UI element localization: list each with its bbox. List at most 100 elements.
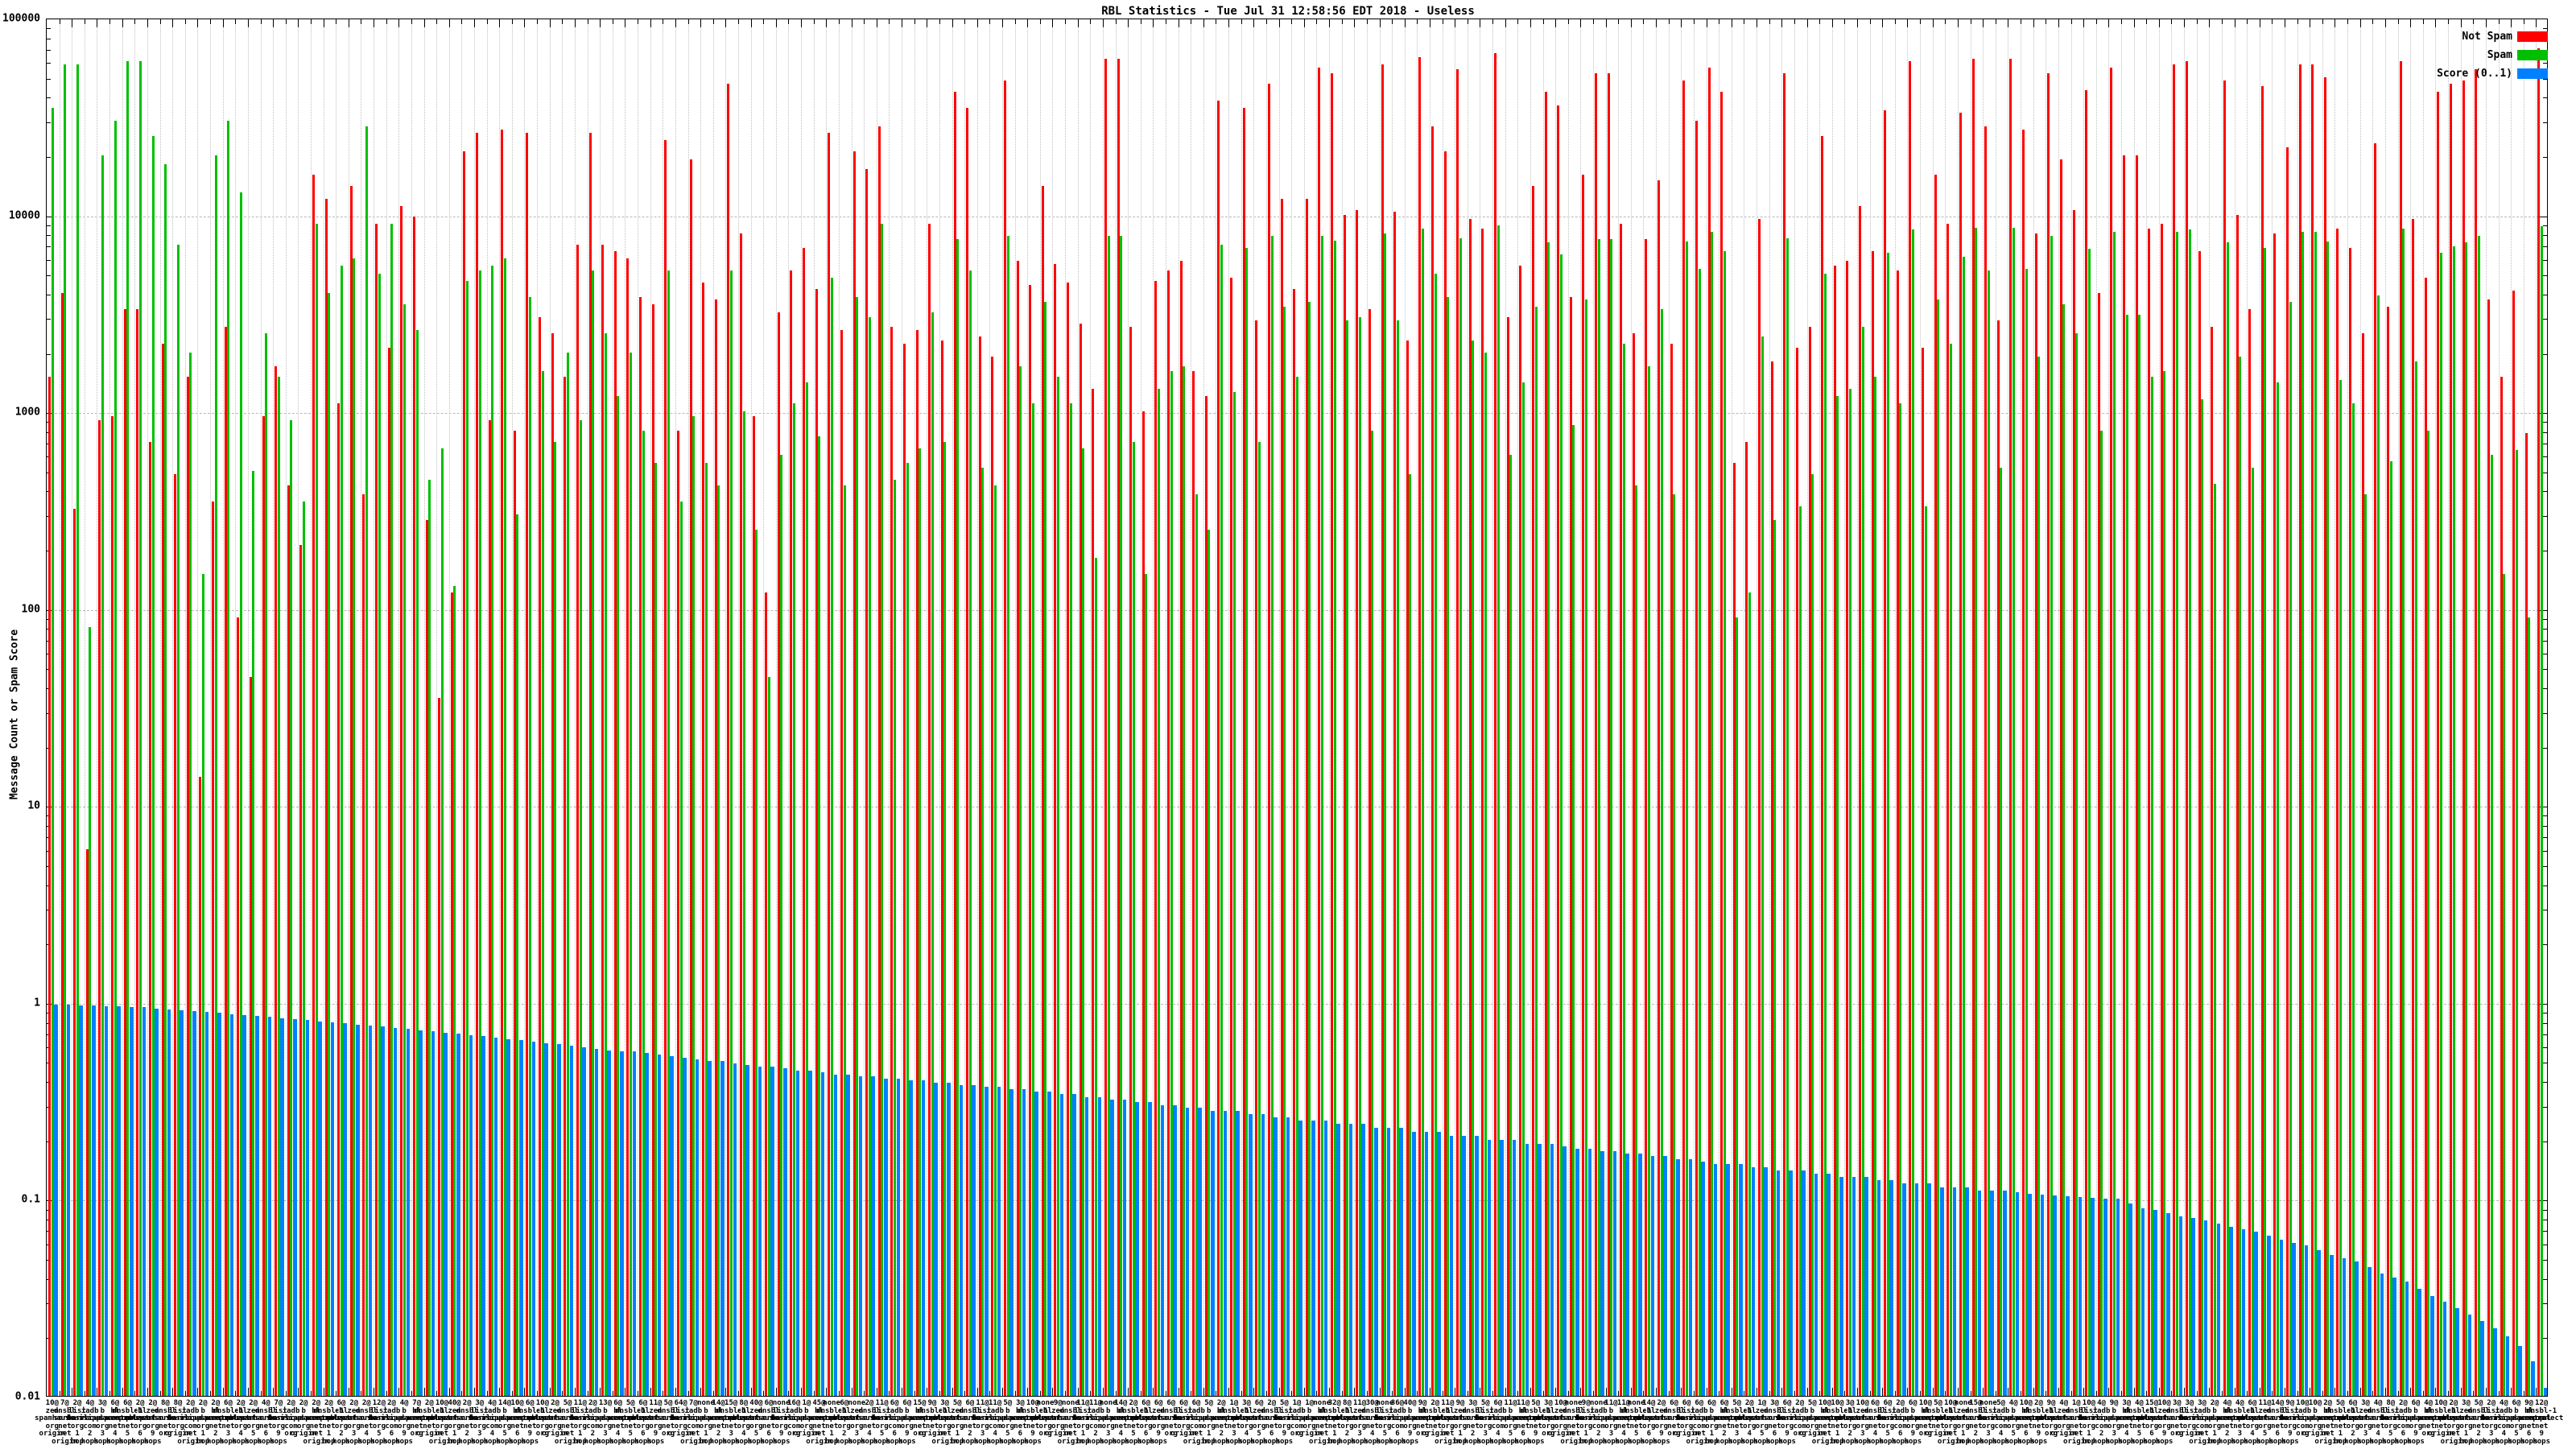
bar-spam xyxy=(64,64,67,1396)
bar-not-spam xyxy=(2512,291,2516,1396)
x-gridline xyxy=(2184,19,2186,1396)
bar-not-spam xyxy=(2173,64,2176,1396)
bar-score xyxy=(2367,1267,2372,1396)
bar-spam xyxy=(390,223,394,1396)
x-gridline xyxy=(1794,19,1795,1396)
x-gridline xyxy=(1781,19,1783,1396)
x-gridline xyxy=(1932,19,1934,1396)
bar-not-spam xyxy=(576,245,579,1396)
bar-score xyxy=(1160,1104,1165,1396)
x-gridline xyxy=(1668,19,1670,1396)
x-gridline xyxy=(712,19,714,1396)
x-minor-tick xyxy=(1567,19,1569,24)
x-major-tick xyxy=(600,19,601,27)
bar-spam xyxy=(579,420,582,1396)
x-gridline xyxy=(1404,19,1406,1396)
x-gridline xyxy=(1354,19,1356,1396)
y-tick-label: 0.1 xyxy=(21,1193,40,1206)
bar-not-spam xyxy=(1632,332,1635,1396)
bar-score xyxy=(104,1006,109,1396)
x-major-tick xyxy=(1278,1388,1280,1396)
x-major-tick xyxy=(2384,19,2386,27)
bar-spam xyxy=(1434,274,1437,1396)
bar-score xyxy=(1575,1149,1579,1396)
bar-score xyxy=(330,1022,335,1396)
bar-not-spam xyxy=(1996,320,2000,1396)
y-minor-tick xyxy=(47,275,51,277)
bar-score xyxy=(1914,1183,1919,1396)
x-major-tick xyxy=(801,19,803,27)
x-major-tick xyxy=(2133,1388,2135,1396)
bar-not-spam xyxy=(1167,270,1170,1396)
x-gridline xyxy=(1844,19,1846,1396)
bar-spam xyxy=(1509,455,1513,1396)
bar-not-spam xyxy=(828,133,831,1396)
bar-score xyxy=(569,1046,574,1396)
bar-spam xyxy=(2000,467,2003,1396)
bar-score xyxy=(1211,1111,1215,1396)
x-gridline xyxy=(2384,19,2386,1396)
x-major-tick xyxy=(750,1388,752,1396)
bar-not-spam xyxy=(2085,89,2088,1396)
bar-not-spam xyxy=(1117,58,1120,1396)
bar-spam xyxy=(2427,430,2430,1396)
x-minor-tick xyxy=(687,19,689,24)
bar-not-spam xyxy=(676,430,679,1396)
x-gridline xyxy=(1052,19,1054,1396)
x-major-tick xyxy=(1630,1388,1632,1396)
x-gridline xyxy=(2448,19,2450,1396)
bar-spam xyxy=(679,501,683,1396)
bar-spam xyxy=(2025,269,2028,1396)
bar-spam xyxy=(692,415,696,1396)
bar-score xyxy=(1538,1144,1542,1396)
x-major-tick xyxy=(448,1388,450,1396)
x-major-tick xyxy=(675,1388,676,1396)
y-tick-label: 100 xyxy=(21,603,40,616)
bar-score xyxy=(2292,1242,2296,1396)
x-minor-tick xyxy=(1341,19,1343,24)
bar-spam xyxy=(2201,399,2204,1396)
x-minor-tick xyxy=(2297,1391,2298,1396)
bar-score xyxy=(1475,1135,1479,1396)
x-major-tick xyxy=(725,1388,727,1396)
bar-score xyxy=(934,1082,939,1396)
bar-score xyxy=(871,1076,875,1396)
x-gridline xyxy=(2422,19,2424,1396)
bar-spam xyxy=(630,352,633,1396)
x-major-tick xyxy=(1128,1388,1129,1396)
bar-score xyxy=(896,1078,901,1396)
bar-spam xyxy=(2465,242,2468,1396)
x-gridline xyxy=(197,19,199,1396)
x-gridline xyxy=(386,19,387,1396)
x-major-tick xyxy=(1027,19,1029,27)
bar-score xyxy=(1952,1187,1957,1396)
x-minor-tick xyxy=(2221,19,2223,24)
x-gridline xyxy=(989,19,991,1396)
bar-spam xyxy=(1547,242,1550,1396)
bar-not-spam xyxy=(1430,126,1434,1396)
bar-spam xyxy=(1019,365,1022,1396)
bar-spam xyxy=(2540,226,2543,1396)
bar-spam xyxy=(704,462,708,1396)
x-minor-tick xyxy=(2473,19,2475,24)
y-minor-tick xyxy=(2543,353,2547,355)
bar-spam xyxy=(1371,430,1374,1396)
y-tick-label: 1 xyxy=(34,997,40,1009)
x-major-tick xyxy=(801,1388,803,1396)
x-gridline xyxy=(562,19,564,1396)
x-gridline xyxy=(1228,19,1230,1396)
bar-score xyxy=(1965,1187,1969,1396)
bar-score xyxy=(2543,1387,2547,1396)
bar-score xyxy=(883,1078,888,1396)
x-gridline xyxy=(737,19,739,1396)
x-gridline xyxy=(549,19,551,1396)
bar-score xyxy=(683,1058,687,1396)
bar-spam xyxy=(1975,227,1978,1396)
bar-spam xyxy=(1635,485,1638,1396)
bar-not-spam xyxy=(111,415,114,1396)
x-major-tick xyxy=(1077,19,1079,27)
x-gridline xyxy=(864,19,865,1396)
x-major-tick xyxy=(222,19,224,27)
x-minor-tick xyxy=(2196,19,2198,24)
y-minor-tick xyxy=(47,235,51,237)
